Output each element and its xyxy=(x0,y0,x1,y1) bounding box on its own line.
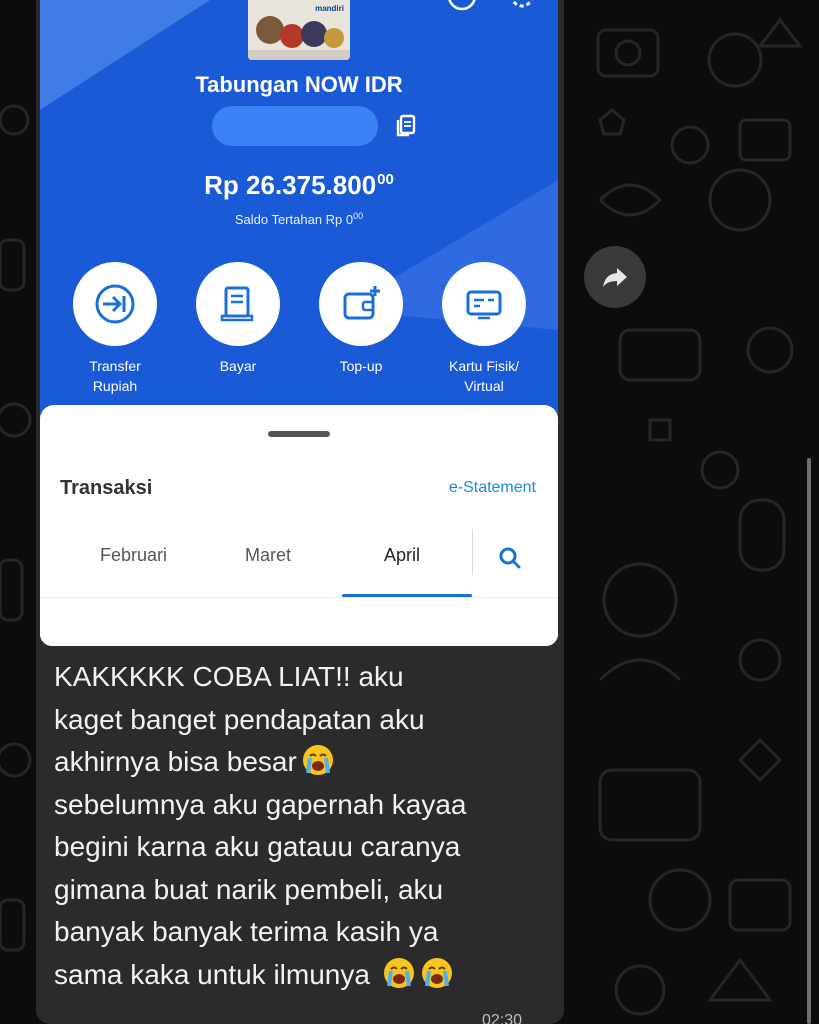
crying-face-emoji-icon xyxy=(302,745,333,775)
forward-button[interactable] xyxy=(584,246,646,308)
scrollbar[interactable] xyxy=(807,458,811,1024)
copy-icon[interactable] xyxy=(390,110,420,140)
balance-cents: 00 xyxy=(377,171,394,188)
tab-februari[interactable]: Februari xyxy=(100,545,167,566)
wallet-topup-icon xyxy=(319,262,403,346)
message-text[interactable]: KAKKKKK COBA LIAT!! aku kaget banget pen… xyxy=(54,656,554,996)
transfer-label-2: Rupiah xyxy=(92,378,138,394)
crying-face-emoji-icon xyxy=(383,957,414,988)
message-line: akhirnya bisa besar xyxy=(54,741,554,784)
message-line: begini karna aku gatauu caranya xyxy=(54,831,461,862)
transfer-label-1: Transfer xyxy=(89,358,141,374)
message-timestamp: 02:30 xyxy=(482,1012,523,1024)
message-line: banyak banyak terima kasih ya xyxy=(54,916,439,947)
message-line-text: sama kaka untuk ilmunya xyxy=(54,958,370,990)
message-line: kaget banget pendapatan aku xyxy=(54,703,425,735)
card-label-1: Kartu Fisik/ xyxy=(448,358,519,374)
search-icon[interactable] xyxy=(497,545,523,571)
transactions-title: Transaksi xyxy=(60,477,153,499)
settings-icon[interactable] xyxy=(506,0,538,12)
topup-button[interactable]: Top-up xyxy=(301,262,421,376)
card-brand: mandiri xyxy=(315,4,344,13)
tab-maret[interactable]: Maret xyxy=(245,545,291,566)
balance-amount: Rp 26.375.800 xyxy=(204,170,377,200)
bayar-button[interactable]: Bayar xyxy=(178,262,298,376)
account-header: mandiri Tabungan NOW IDR Rp 26.375.80000… xyxy=(40,0,558,420)
forward-arrow-icon xyxy=(603,268,627,287)
bill-icon xyxy=(196,262,280,346)
message-line: sebelumnya aku gapernah kayaa xyxy=(54,788,467,820)
crying-face-emoji-icon xyxy=(421,957,452,988)
tabs-divider-line xyxy=(40,597,558,598)
month-tabs: Februari Maret April xyxy=(40,529,558,599)
message-line: sama kaka untuk ilmunya xyxy=(54,954,554,997)
message-line: KAKKKKK COBA LIAT!! aku xyxy=(54,661,404,692)
account-number-redacted xyxy=(212,106,378,146)
account-name: Tabungan NOW IDR xyxy=(195,72,403,97)
kartu-fisik-virtual-button[interactable]: Kartu Fisik/ Virtual xyxy=(424,262,544,396)
transfer-rupiah-button[interactable]: Transfer Rupiah xyxy=(55,262,175,396)
quick-actions: Transfer Rupiah Bayar Top-up Kartu Fisik… xyxy=(40,262,558,402)
card-icon xyxy=(442,262,526,346)
transactions-sheet: Transaksi e-Statement Februari Maret Apr… xyxy=(40,405,558,646)
message-line-text: akhirnya bisa besar xyxy=(54,746,297,777)
estatement-link[interactable]: e-Statement xyxy=(449,479,536,497)
account-balance: Rp 26.375.80000 xyxy=(40,170,558,201)
drag-handle[interactable] xyxy=(268,431,330,437)
held-balance-label: Saldo Tertahan xyxy=(234,212,323,227)
help-icon[interactable] xyxy=(446,0,478,12)
card-label-2: Virtual xyxy=(464,378,504,394)
held-balance: Saldo Tertahan Rp 000 xyxy=(40,211,558,227)
chat-message-bubble[interactable]: mandiri Tabungan NOW IDR Rp 26.375.80000… xyxy=(36,0,564,1024)
tab-april[interactable]: April xyxy=(384,545,420,566)
tab-divider xyxy=(472,529,473,575)
topup-label: Top-up xyxy=(339,358,383,374)
message-line: gimana buat narik pembeli, aku xyxy=(54,873,444,905)
transfer-icon xyxy=(73,262,157,346)
held-balance-cents: 00 xyxy=(353,211,364,221)
debit-card-thumbnail: mandiri xyxy=(248,0,350,60)
bayar-label: Bayar xyxy=(219,358,257,374)
forwarded-screenshot[interactable]: mandiri Tabungan NOW IDR Rp 26.375.80000… xyxy=(40,0,558,646)
held-balance-amount: Rp 0 xyxy=(325,212,354,227)
